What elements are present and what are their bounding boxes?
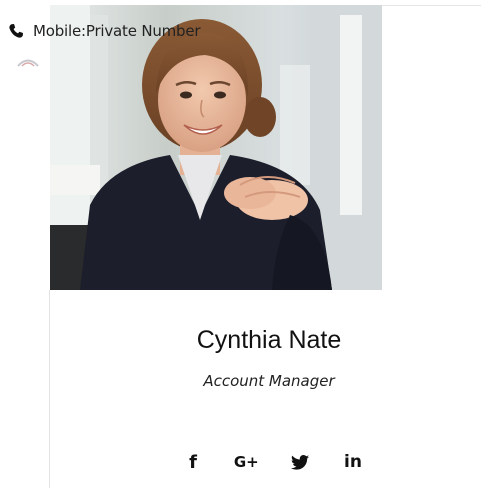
profile-title: Account Manager [203,372,335,390]
profile-card-page: Mobile:Private Number Cynthia Nate Accou… [0,0,481,488]
small-avatar-icon [16,52,40,67]
top-divider [382,5,481,6]
portrait-photo [50,5,382,290]
profile-name: Cynthia Nate [196,326,342,354]
twitter-icon[interactable] [285,449,315,475]
social-links: f G+ in [178,449,368,475]
contact-phone: Mobile:Private Number [8,20,201,42]
phone-label: Mobile:Private Number [33,22,201,40]
facebook-icon[interactable]: f [178,449,208,475]
linkedin-icon[interactable]: in [338,449,368,475]
phone-icon [8,23,24,39]
google-plus-icon[interactable]: G+ [231,449,261,475]
